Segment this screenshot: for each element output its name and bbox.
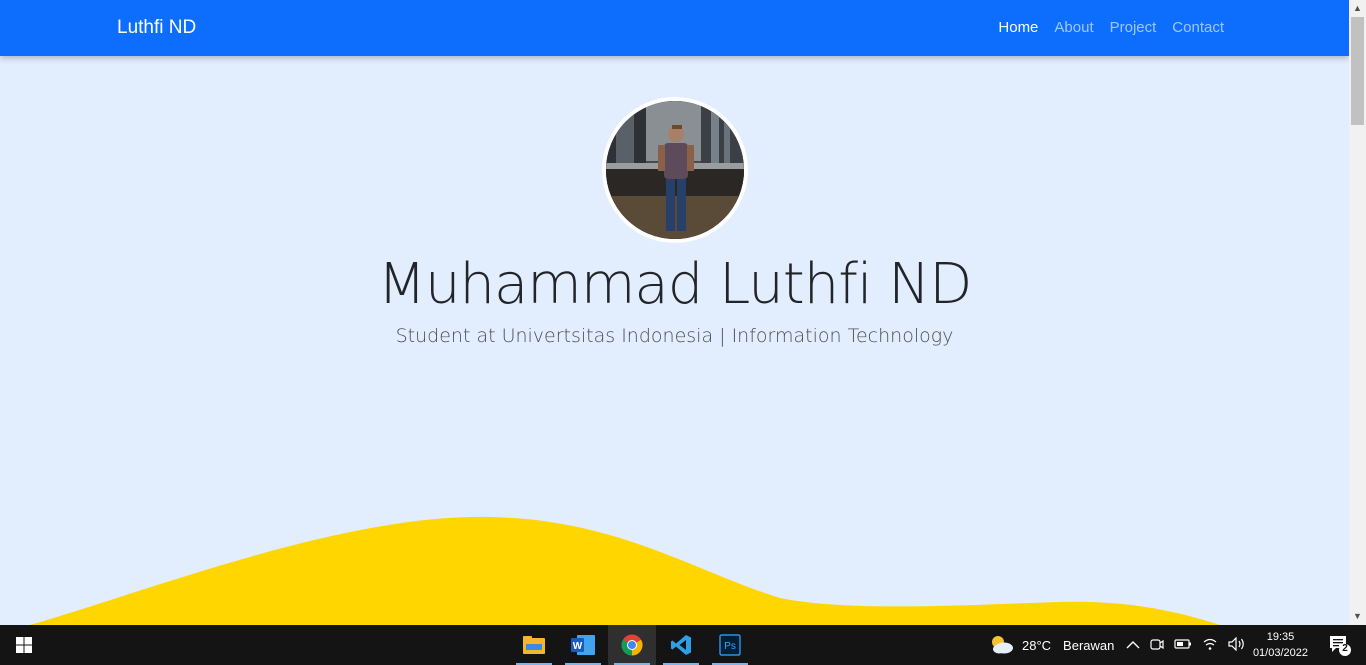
vscode-icon[interactable] [657, 625, 705, 665]
volume-icon[interactable] [1228, 636, 1246, 654]
chrome-icon[interactable] [608, 625, 656, 665]
wifi-icon[interactable] [1202, 637, 1218, 654]
svg-text:Ps: Ps [724, 641, 736, 652]
weather-widget[interactable]: 28°C Berawan [988, 625, 1114, 665]
notification-center-icon[interactable]: 2 [1328, 633, 1352, 657]
nav-link-home[interactable]: Home [998, 19, 1038, 36]
taskbar: W Ps 28°C Berawan 19:35 01/03/2022 2 [0, 625, 1366, 665]
scroll-down-arrow-icon[interactable]: ▼ [1349, 608, 1366, 625]
scroll-up-arrow-icon[interactable]: ▲ [1349, 0, 1366, 17]
svg-text:W: W [573, 641, 583, 652]
browser-viewport: Luthfi ND Home About Project Contact Muh… [0, 0, 1349, 625]
partly-cloudy-icon [988, 634, 1014, 657]
navbar: Luthfi ND Home About Project Contact [0, 0, 1349, 56]
word-icon[interactable]: W [559, 625, 607, 665]
navbar-brand[interactable]: Luthfi ND [117, 17, 196, 39]
nav-link-about[interactable]: About [1054, 19, 1093, 36]
nav-links: Home About Project Contact [998, 19, 1224, 36]
windows-start-icon[interactable] [0, 625, 48, 665]
clock[interactable]: 19:35 01/03/2022 [1253, 629, 1308, 661]
yellow-wave [30, 516, 1220, 625]
system-tray [1126, 625, 1246, 665]
scroll-thumb[interactable] [1351, 17, 1364, 125]
nav-link-contact[interactable]: Contact [1172, 19, 1224, 36]
file-explorer-icon[interactable] [510, 625, 558, 665]
hero-name: Muhammad Luthfi ND [377, 252, 973, 317]
clock-date: 01/03/2022 [1252, 647, 1308, 659]
clock-time: 19:35 [1266, 631, 1295, 643]
hero-tagline: Student at Univertsitas Indonesia | Info… [395, 325, 954, 347]
notification-count: 2 [1342, 643, 1348, 654]
weather-description: Berawan [1063, 637, 1115, 653]
photoshop-icon[interactable]: Ps [706, 625, 754, 665]
page-scrollbar[interactable]: ▲ ▼ [1349, 0, 1366, 625]
chevron-up-icon[interactable] [1126, 637, 1140, 653]
profile-photo [602, 97, 748, 243]
weather-temperature: 28°C [1022, 637, 1052, 653]
nav-link-project[interactable]: Project [1110, 19, 1157, 36]
meet-now-icon[interactable] [1150, 637, 1164, 654]
battery-icon[interactable] [1174, 637, 1192, 653]
